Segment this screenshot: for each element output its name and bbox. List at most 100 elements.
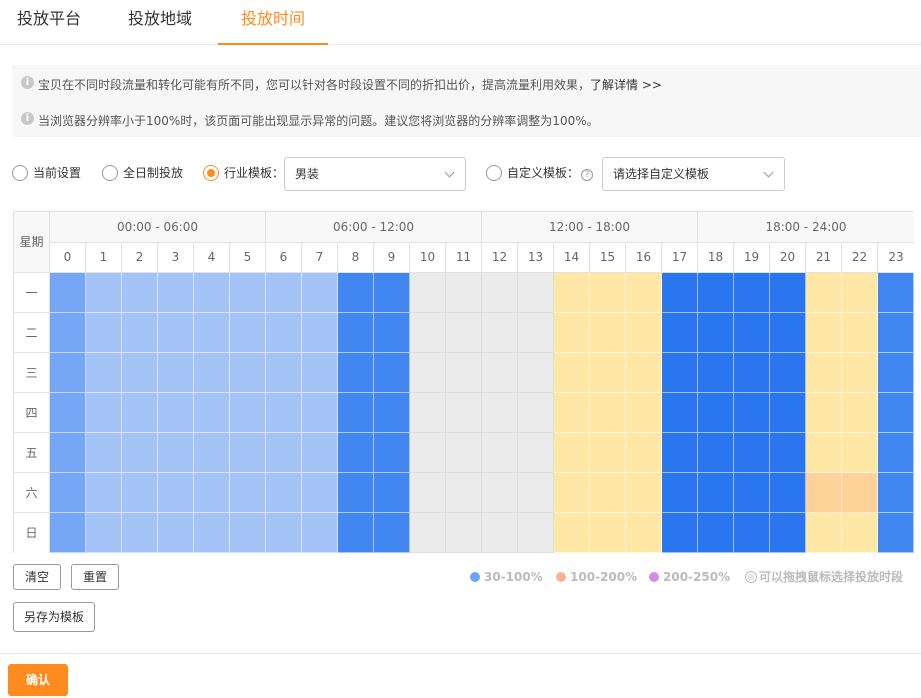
- schedule-cell[interactable]: [194, 273, 230, 313]
- schedule-cell[interactable]: [122, 473, 158, 513]
- schedule-cell[interactable]: [374, 313, 410, 353]
- schedule-cell[interactable]: [374, 473, 410, 513]
- schedule-cell[interactable]: [806, 353, 842, 393]
- schedule-cell[interactable]: [518, 513, 554, 553]
- schedule-cell[interactable]: [806, 513, 842, 553]
- custom-template-select[interactable]: 请选择自定义模板: [602, 157, 785, 191]
- schedule-cell[interactable]: [878, 393, 914, 433]
- schedule-cell[interactable]: [86, 473, 122, 513]
- schedule-cell[interactable]: [50, 433, 86, 473]
- schedule-cell[interactable]: [446, 393, 482, 433]
- schedule-cell[interactable]: [50, 273, 86, 313]
- schedule-cell[interactable]: [482, 393, 518, 433]
- schedule-cell[interactable]: [590, 513, 626, 553]
- schedule-cell[interactable]: [770, 313, 806, 353]
- schedule-cell[interactable]: [806, 273, 842, 313]
- schedule-cell[interactable]: [590, 433, 626, 473]
- schedule-cell[interactable]: [230, 513, 266, 553]
- schedule-cell[interactable]: [158, 313, 194, 353]
- schedule-cell[interactable]: [806, 473, 842, 513]
- schedule-cell[interactable]: [590, 473, 626, 513]
- schedule-cell[interactable]: [554, 433, 590, 473]
- industry-template-select[interactable]: 男装: [284, 157, 466, 191]
- schedule-cell[interactable]: [410, 353, 446, 393]
- schedule-cell[interactable]: [770, 433, 806, 473]
- schedule-cell[interactable]: [302, 473, 338, 513]
- schedule-cell[interactable]: [338, 353, 374, 393]
- tab-time[interactable]: 投放时间: [218, 0, 328, 45]
- schedule-cell[interactable]: [122, 433, 158, 473]
- schedule-cell[interactable]: [302, 273, 338, 313]
- schedule-cell[interactable]: [50, 313, 86, 353]
- schedule-cell[interactable]: [374, 273, 410, 313]
- schedule-cell[interactable]: [554, 473, 590, 513]
- schedule-cell[interactable]: [158, 273, 194, 313]
- schedule-cell[interactable]: [662, 353, 698, 393]
- schedule-cell[interactable]: [698, 473, 734, 513]
- radio-custom[interactable]: [486, 165, 502, 181]
- schedule-cell[interactable]: [86, 513, 122, 553]
- save-template-button[interactable]: 另存为模板: [13, 602, 95, 632]
- schedule-cell[interactable]: [50, 393, 86, 433]
- schedule-cell[interactable]: [842, 313, 878, 353]
- schedule-cell[interactable]: [86, 433, 122, 473]
- schedule-cell[interactable]: [122, 513, 158, 553]
- schedule-cell[interactable]: [626, 513, 662, 553]
- schedule-cell[interactable]: [554, 513, 590, 553]
- schedule-cell[interactable]: [374, 393, 410, 433]
- schedule-cell[interactable]: [770, 353, 806, 393]
- schedule-cell[interactable]: [266, 273, 302, 313]
- tab-region[interactable]: 投放地域: [110, 0, 210, 45]
- schedule-cell[interactable]: [518, 313, 554, 353]
- schedule-cell[interactable]: [662, 393, 698, 433]
- schedule-cell[interactable]: [122, 393, 158, 433]
- schedule-cell[interactable]: [158, 353, 194, 393]
- schedule-cell[interactable]: [878, 273, 914, 313]
- schedule-cell[interactable]: [86, 273, 122, 313]
- reset-button[interactable]: 重置: [71, 564, 119, 590]
- schedule-cell[interactable]: [410, 393, 446, 433]
- schedule-cell[interactable]: [482, 433, 518, 473]
- schedule-cell[interactable]: [518, 273, 554, 313]
- schedule-cell[interactable]: [626, 473, 662, 513]
- schedule-cell[interactable]: [158, 473, 194, 513]
- schedule-cell[interactable]: [266, 433, 302, 473]
- schedule-cell[interactable]: [86, 393, 122, 433]
- schedule-cell[interactable]: [734, 353, 770, 393]
- schedule-cell[interactable]: [662, 313, 698, 353]
- schedule-cell[interactable]: [590, 273, 626, 313]
- schedule-cell[interactable]: [158, 393, 194, 433]
- schedule-cell[interactable]: [626, 273, 662, 313]
- schedule-cell[interactable]: [446, 313, 482, 353]
- schedule-cell[interactable]: [770, 513, 806, 553]
- schedule-cell[interactable]: [482, 473, 518, 513]
- schedule-cell[interactable]: [698, 273, 734, 313]
- schedule-cell[interactable]: [374, 433, 410, 473]
- schedule-cell[interactable]: [806, 433, 842, 473]
- schedule-cell[interactable]: [590, 353, 626, 393]
- schedule-cell[interactable]: [50, 353, 86, 393]
- schedule-cell[interactable]: [626, 353, 662, 393]
- schedule-cell[interactable]: [662, 273, 698, 313]
- schedule-cell[interactable]: [662, 513, 698, 553]
- schedule-cell[interactable]: [482, 313, 518, 353]
- schedule-cell[interactable]: [842, 393, 878, 433]
- schedule-cell[interactable]: [662, 433, 698, 473]
- schedule-cell[interactable]: [446, 513, 482, 553]
- schedule-cell[interactable]: [50, 513, 86, 553]
- schedule-cell[interactable]: [554, 313, 590, 353]
- schedule-cell[interactable]: [122, 353, 158, 393]
- schedule-cell[interactable]: [842, 473, 878, 513]
- schedule-cell[interactable]: [482, 273, 518, 313]
- schedule-cell[interactable]: [842, 353, 878, 393]
- schedule-cell[interactable]: [194, 353, 230, 393]
- schedule-cell[interactable]: [626, 313, 662, 353]
- schedule-cell[interactable]: [446, 273, 482, 313]
- schedule-cell[interactable]: [698, 433, 734, 473]
- schedule-cell[interactable]: [410, 473, 446, 513]
- schedule-cell[interactable]: [878, 473, 914, 513]
- schedule-cell[interactable]: [230, 433, 266, 473]
- clear-button[interactable]: 清空: [13, 564, 61, 590]
- schedule-cell[interactable]: [230, 273, 266, 313]
- schedule-cell[interactable]: [338, 513, 374, 553]
